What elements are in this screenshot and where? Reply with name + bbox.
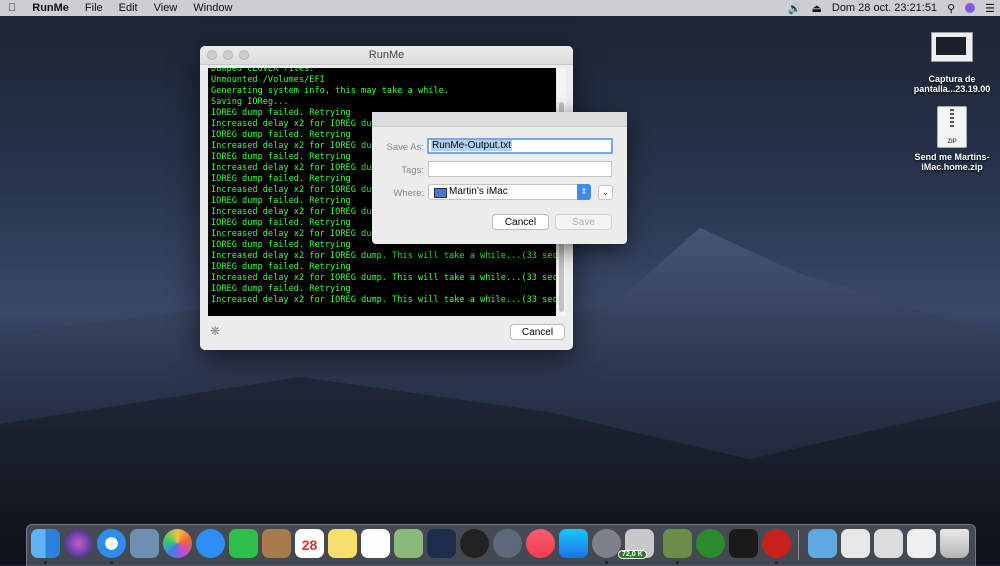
- system-preferences-icon[interactable]: [592, 529, 621, 558]
- imac-icon: [434, 188, 447, 198]
- save-as-value: RunMe-Output.txt: [431, 140, 512, 151]
- network-badge: 72,0 K: [618, 550, 647, 559]
- app-store-icon[interactable]: [559, 529, 588, 558]
- where-label: Where:: [393, 188, 424, 199]
- zip-file-icon: ZIP: [937, 106, 967, 148]
- dashboard-icon[interactable]: [460, 529, 489, 558]
- trash-icon[interactable]: [940, 529, 969, 558]
- sheet-cancel-button[interactable]: Cancel: [492, 214, 549, 230]
- sheet-top: [372, 112, 627, 127]
- notification-center-icon[interactable]: ☰: [980, 2, 1000, 15]
- safari-running-dot: [110, 561, 113, 564]
- image-app-icon[interactable]: [663, 529, 692, 558]
- save-as-label: Save As:: [386, 142, 425, 153]
- contacts-icon[interactable]: [262, 529, 291, 558]
- maps-icon[interactable]: [394, 529, 423, 558]
- messages-icon[interactable]: [196, 529, 225, 558]
- desktop-icon-label: Send me Martins-iMac.home.zip: [914, 152, 990, 172]
- desktop-icon-zip[interactable]: ZIP Send me Martins-iMac.home.zip: [902, 106, 1000, 172]
- preview-icon[interactable]: [130, 529, 159, 558]
- menu-view[interactable]: View: [146, 2, 186, 14]
- menu-edit[interactable]: Edit: [111, 2, 146, 14]
- siri-dock-icon[interactable]: [64, 529, 93, 558]
- volume-icon[interactable]: 🔊: [783, 2, 807, 15]
- tags-field[interactable]: [428, 161, 612, 177]
- window-title: RunMe: [368, 49, 405, 61]
- document-stack-icon[interactable]: [841, 529, 870, 558]
- launchpad-icon[interactable]: [493, 529, 522, 558]
- menu-window[interactable]: Window: [185, 2, 240, 14]
- downloads-folder-icon[interactable]: [808, 529, 837, 558]
- save-button[interactable]: Save: [555, 214, 612, 230]
- finder-icon[interactable]: [31, 529, 60, 558]
- menu-clock[interactable]: Dom 28 oct. 23:21:51: [827, 2, 942, 14]
- tags-label: Tags:: [401, 165, 424, 176]
- document-stack-2-icon[interactable]: [874, 529, 903, 558]
- window-cancel-button[interactable]: Cancel: [510, 324, 565, 340]
- green-app-icon[interactable]: [696, 529, 725, 558]
- dock-separator: [798, 530, 799, 560]
- zip-badge: ZIP: [947, 139, 957, 145]
- eject-icon[interactable]: ⏏: [806, 2, 826, 15]
- game-icon[interactable]: [729, 529, 758, 558]
- facetime-icon[interactable]: [229, 529, 258, 558]
- photos-icon[interactable]: [163, 529, 192, 558]
- apple-menu-icon[interactable]: : [0, 2, 24, 14]
- document-stack-3-icon[interactable]: [907, 529, 936, 558]
- apple-red-icon[interactable]: [762, 529, 791, 558]
- minimize-window-button[interactable]: [223, 50, 233, 60]
- window-titlebar[interactable]: RunMe: [200, 46, 573, 65]
- finder-running-dot: [44, 561, 47, 564]
- where-value: Martin’s iMac: [449, 186, 508, 197]
- screenshot-file-icon: [931, 32, 973, 62]
- desktop-icon-screenshot[interactable]: Captura de pantalla...23.19.00: [902, 32, 1000, 94]
- spotlight-search-icon[interactable]: ⚲: [942, 2, 960, 15]
- popup-arrows-icon: ⇕: [577, 184, 591, 200]
- menu-file[interactable]: File: [77, 2, 111, 14]
- notes-icon[interactable]: [328, 529, 357, 558]
- zoom-window-button[interactable]: [239, 50, 249, 60]
- siri-icon[interactable]: [965, 3, 976, 13]
- progress-spinner-icon: ❋: [210, 324, 221, 338]
- expand-chevron-down-icon[interactable]: ⌄: [598, 185, 613, 200]
- safari-icon[interactable]: [97, 529, 126, 558]
- app-running-dot: [775, 561, 778, 564]
- app-running-dot: [676, 561, 679, 564]
- close-window-button[interactable]: [207, 50, 217, 60]
- photo-booth-icon[interactable]: [427, 529, 456, 558]
- music-icon[interactable]: [526, 529, 555, 558]
- desktop-icon-label: Captura de pantalla...23.19.00: [913, 74, 991, 94]
- app-running-dot: [605, 561, 608, 564]
- save-as-field[interactable]: RunMe-Output.txt: [427, 138, 613, 154]
- calendar-icon[interactable]: 28: [295, 529, 324, 558]
- where-popup[interactable]: Martin’s iMac ⇕: [428, 184, 591, 200]
- menu-app-name[interactable]: RunMe: [24, 2, 77, 14]
- menu-bar:  RunMe File Edit View Window 🔊 ⏏ Dom 28…: [0, 0, 1000, 16]
- save-dialog: Save As: RunMe-Output.txt Tags: Where: M…: [372, 112, 627, 244]
- reminders-icon[interactable]: [361, 529, 390, 558]
